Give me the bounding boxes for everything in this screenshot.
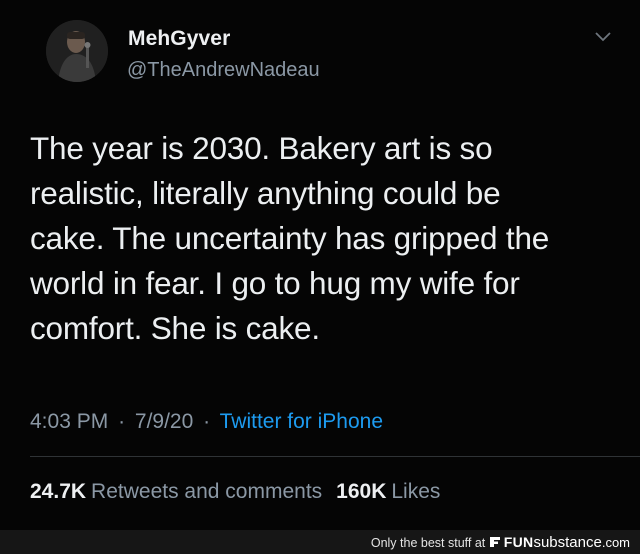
tweet-text-line: The year is 2030. Bakery art is so (30, 130, 493, 166)
display-name[interactable]: MehGyver (128, 27, 230, 51)
divider (30, 456, 640, 457)
watermark-text: Only the best stuff at FUNsubstance.com (371, 534, 630, 551)
watermark-brand-bold: FUN (503, 534, 534, 550)
retweets-count: 24.7K (30, 480, 87, 503)
funsubstance-logo-icon (489, 537, 500, 547)
tweet-text-line: cake. The uncertainty has gripped the (30, 220, 550, 256)
tweet-client-link[interactable]: Twitter for iPhone (220, 410, 383, 433)
tweet-text: The year is 2030. Bakery art is so reali… (30, 126, 620, 351)
meta-separator: · (118, 410, 126, 433)
meta-separator: · (203, 410, 211, 433)
tweet-text-line: realistic, literally anything could be (30, 175, 501, 211)
tweet-time[interactable]: 4:03 PM (30, 410, 108, 433)
tweet-date[interactable]: 7/9/20 (135, 410, 193, 433)
tweet-text-line: world in fear. I go to hug my wife for (30, 265, 520, 301)
tweet-stats: 24.7K Retweets and comments 160K Likes (30, 480, 440, 504)
likes-stat[interactable]: 160K Likes (336, 480, 440, 503)
watermark-tagline: Only the best stuff at (370, 536, 486, 550)
watermark-brand-suffix: .com (601, 535, 630, 550)
chevron-down-icon[interactable] (594, 30, 612, 44)
tweet-text-line: comfort. She is cake. (30, 310, 320, 346)
watermark-footer: Only the best stuff at FUNsubstance.com (0, 530, 640, 554)
likes-count: 160K (336, 480, 387, 503)
avatar-photo (46, 20, 108, 82)
tweet-meta: 4:03 PM · 7/9/20 · Twitter for iPhone (30, 410, 383, 434)
tweet-card: MehGyver @TheAndrewNadeau The year is 20… (0, 0, 640, 530)
likes-label: Likes (391, 480, 441, 503)
avatar[interactable] (46, 20, 108, 82)
watermark-brand-regular: substance (533, 534, 602, 551)
retweets-stat[interactable]: 24.7K Retweets and comments (30, 480, 322, 503)
retweets-label: Retweets and comments (91, 480, 323, 503)
user-handle[interactable]: @TheAndrewNadeau (127, 59, 320, 82)
